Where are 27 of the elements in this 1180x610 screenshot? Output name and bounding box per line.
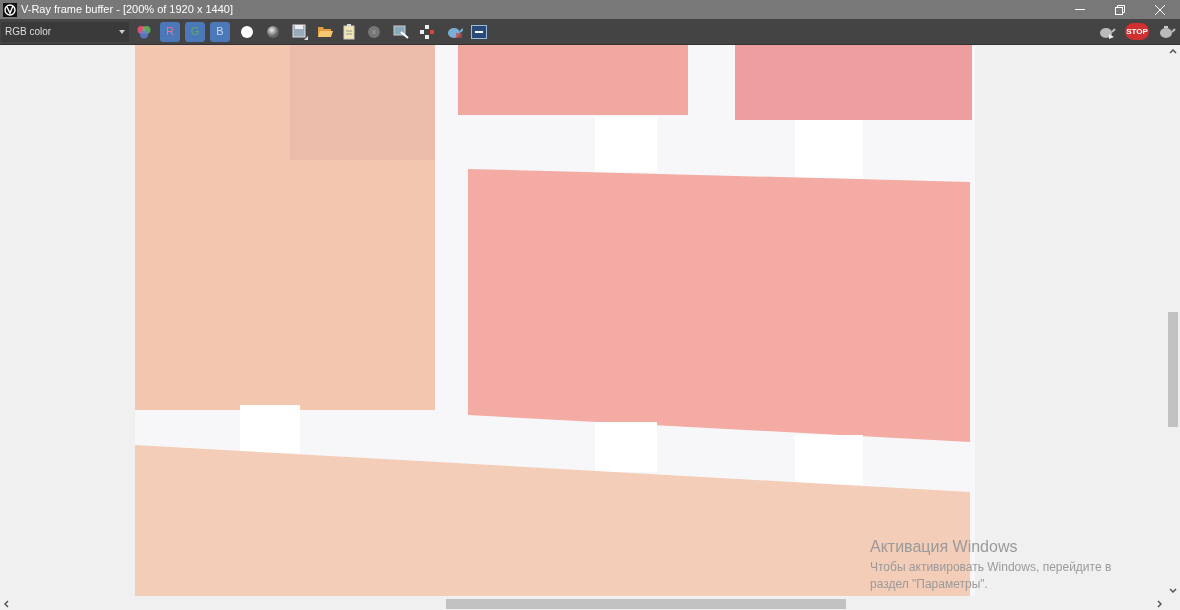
- scroll-thumb[interactable]: [446, 598, 846, 609]
- color-circles-icon[interactable]: [136, 23, 152, 40]
- circle-icon[interactable]: [240, 24, 254, 39]
- save-icon[interactable]: [292, 23, 308, 40]
- scroll-right-icon[interactable]: [1157, 599, 1162, 608]
- minimize-icon: [1075, 8, 1085, 11]
- caret-icon: [119, 29, 125, 34]
- activation-title: Активация Windows: [870, 537, 1019, 557]
- region-icon[interactable]: [393, 24, 409, 39]
- channel-select[interactable]: RGB color: [1, 21, 129, 42]
- stop-button[interactable]: STOP: [1125, 23, 1149, 40]
- scroll-up-icon[interactable]: [1169, 49, 1177, 54]
- teapot-icon[interactable]: [1158, 24, 1176, 39]
- scroll-left-icon[interactable]: [4, 599, 9, 608]
- scroll-down-icon[interactable]: [1169, 588, 1177, 593]
- channel-toggle[interactable]: B: [210, 21, 230, 42]
- close-icon: [1155, 4, 1165, 15]
- sphere-icon[interactable]: [266, 24, 280, 39]
- restore-icon: [1115, 4, 1125, 15]
- logo-icon: [3, 2, 17, 17]
- channel-value: RGB color: [5, 25, 52, 39]
- clipboard-icon[interactable]: [343, 23, 355, 40]
- window-title: V-Ray frame buffer - [200% of 1920 x 1440]: [21, 2, 233, 18]
- scroll-thumb[interactable]: [1168, 312, 1178, 427]
- clear-icon[interactable]: [367, 24, 381, 39]
- folder-icon[interactable]: [317, 24, 333, 39]
- channel-toggle[interactable]: G: [185, 21, 205, 42]
